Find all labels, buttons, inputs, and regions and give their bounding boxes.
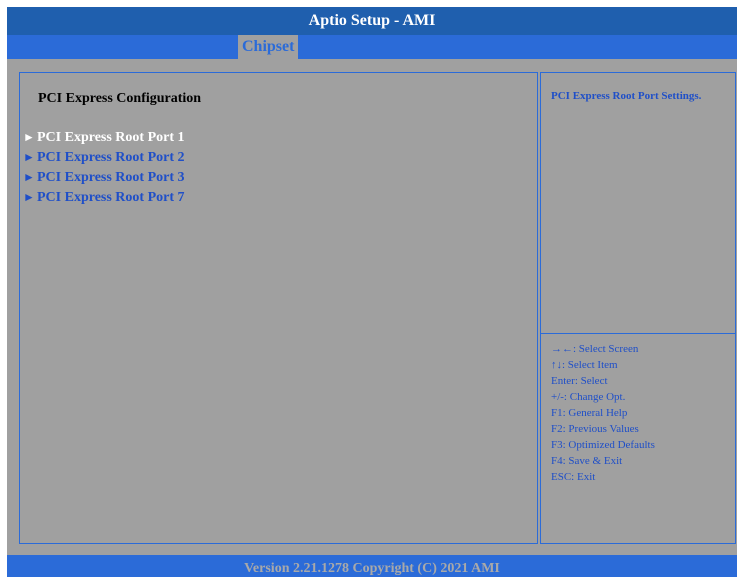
key-hint: F2: Previous Values — [551, 423, 639, 435]
menu-item-root-port-7[interactable]: ► PCI Express Root Port 7 — [23, 187, 185, 207]
menu-item-root-port-2[interactable]: ► PCI Express Root Port 2 — [23, 147, 185, 167]
key-hint: F1: General Help — [551, 407, 628, 419]
key-legend: →←: Select Screen ↑↓: Select Item Enter:… — [551, 341, 655, 485]
settings-panel: PCI Express Configuration ► PCI Express R… — [19, 72, 538, 544]
key-hint: Enter: Select — [551, 375, 608, 387]
tab-chipset[interactable]: Chipset — [238, 35, 299, 59]
key-hint: F3: Optimized Defaults — [551, 439, 655, 451]
menu-item-label: PCI Express Root Port 1 — [37, 130, 185, 145]
submenu-arrow-icon: ► — [23, 150, 35, 164]
key-hint: →←: Select Screen — [551, 343, 639, 355]
window-title: Aptio Setup - AMI — [7, 7, 737, 35]
submenu-arrow-icon: ► — [23, 130, 35, 144]
menu-item-root-port-3[interactable]: ► PCI Express Root Port 3 — [23, 167, 185, 187]
version-footer: Version 2.21.1278 Copyright (C) 2021 AMI — [7, 555, 737, 577]
key-hint: +/-: Change Opt. — [551, 391, 626, 403]
help-divider — [541, 333, 735, 334]
help-description: PCI Express Root Port Settings. — [551, 90, 702, 102]
help-panel: PCI Express Root Port Settings. →←: Sele… — [540, 72, 736, 544]
key-hint: F4: Save & Exit — [551, 455, 623, 467]
tab-bar: Chipset — [7, 35, 737, 59]
menu-item-root-port-1[interactable]: ► PCI Express Root Port 1 — [23, 127, 185, 147]
section-title: PCI Express Configuration — [38, 91, 202, 106]
key-hint: ↑↓: Select Item — [551, 359, 618, 371]
key-hint: ESC: Exit — [551, 471, 596, 483]
submenu-arrow-icon: ► — [23, 190, 35, 204]
menu-item-label: PCI Express Root Port 2 — [37, 150, 185, 165]
menu-item-label: PCI Express Root Port 3 — [37, 170, 185, 185]
submenu-arrow-icon: ► — [23, 170, 35, 184]
menu-item-label: PCI Express Root Port 7 — [37, 190, 185, 205]
